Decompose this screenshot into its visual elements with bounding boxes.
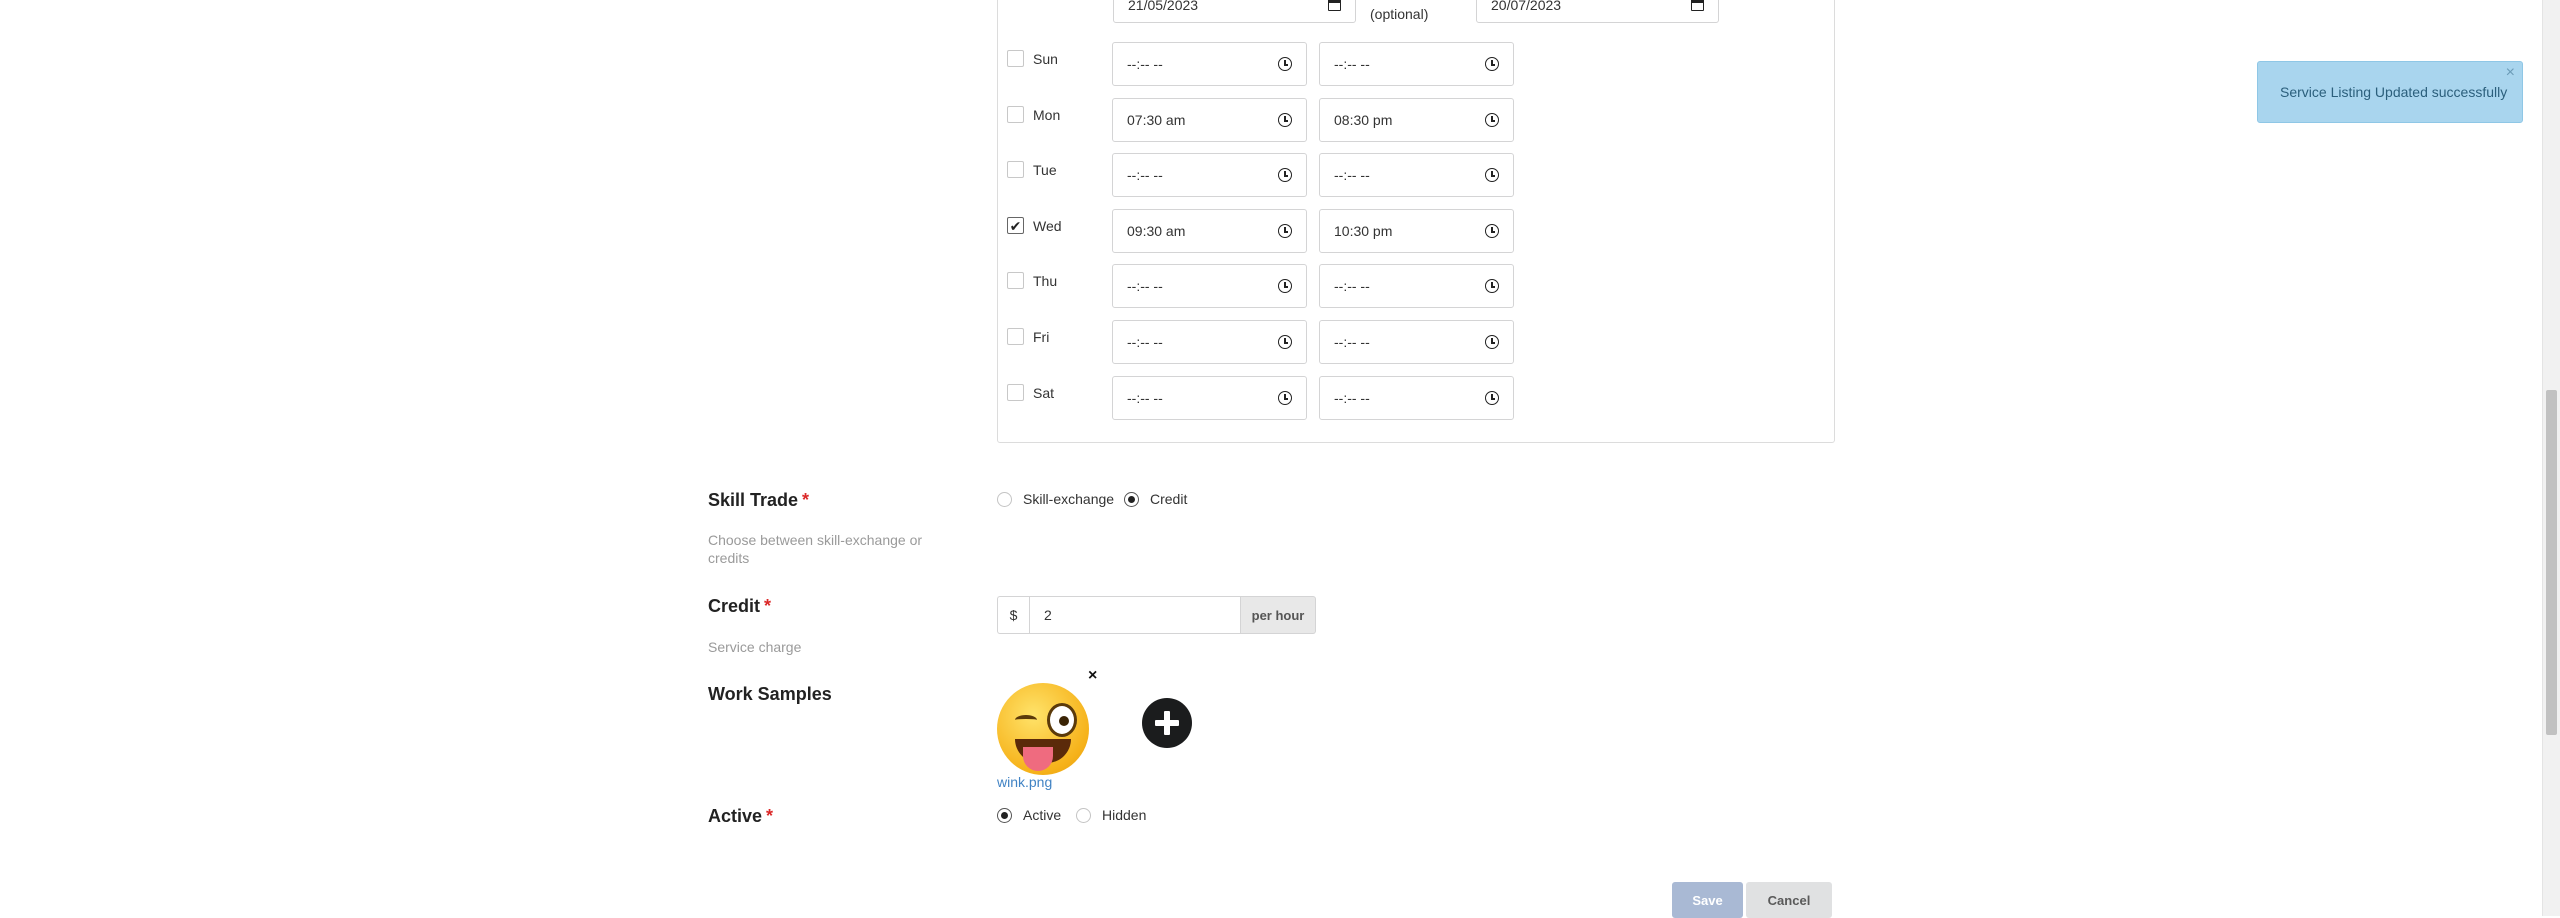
day-checkbox-thu[interactable]	[1007, 272, 1024, 289]
required-marker: *	[764, 596, 772, 616]
credit-input-group: $ 2 per hour	[997, 596, 1316, 634]
to-time-input[interactable]: --:-- --	[1319, 320, 1514, 364]
remove-sample-icon[interactable]: ×	[1088, 667, 1097, 685]
to-time-input[interactable]: 08:30 pm	[1319, 98, 1514, 142]
calendar-icon[interactable]	[1691, 0, 1704, 11]
work-samples-label: Work Samples	[708, 684, 832, 704]
from-time-input[interactable]: --:-- --	[1112, 320, 1307, 364]
clock-icon[interactable]	[1485, 168, 1499, 182]
required-marker: *	[766, 806, 774, 826]
day-row-wed: ✔ Wed 09:30 am 10:30 pm	[1006, 209, 1526, 253]
to-time-input[interactable]: 10:30 pm	[1319, 209, 1514, 253]
credit-radio[interactable]	[1124, 492, 1139, 507]
from-time-input[interactable]: --:-- --	[1112, 376, 1307, 420]
clock-icon[interactable]	[1278, 335, 1292, 349]
credit-option-label[interactable]: Credit	[1150, 491, 1187, 507]
day-row-tue: Tue --:-- -- --:-- --	[1006, 153, 1526, 197]
credit-label: Credit *	[708, 596, 772, 616]
clock-icon[interactable]	[1278, 168, 1292, 182]
day-label: Thu	[1033, 273, 1058, 289]
toast-message: Service Listing Updated successfully	[2280, 84, 2508, 100]
clock-icon[interactable]	[1278, 224, 1292, 238]
to-time-input[interactable]: --:-- --	[1319, 264, 1514, 308]
calendar-icon[interactable]	[1328, 0, 1341, 11]
hidden-radio[interactable]	[1076, 808, 1091, 823]
skill-exchange-label[interactable]: Skill-exchange	[1023, 491, 1114, 507]
cancel-button[interactable]: Cancel	[1746, 882, 1832, 918]
start-date-value: 21/05/2023	[1128, 0, 1199, 13]
scrollbar-thumb[interactable]	[2546, 390, 2557, 735]
from-time-input[interactable]: --:-- --	[1112, 264, 1307, 308]
clock-icon[interactable]	[1278, 57, 1292, 71]
clock-icon[interactable]	[1278, 113, 1292, 127]
day-checkbox-fri[interactable]	[1007, 328, 1024, 345]
active-label: Active *	[708, 806, 774, 826]
clock-icon[interactable]	[1485, 279, 1499, 293]
close-icon[interactable]: ×	[2506, 64, 2515, 82]
day-checkbox-sun[interactable]	[1007, 50, 1024, 67]
day-label: Fri	[1033, 329, 1050, 345]
page-scrollbar[interactable]	[2542, 0, 2560, 916]
day-row-thu: Thu --:-- -- --:-- --	[1006, 264, 1526, 308]
add-sample-button[interactable]	[1142, 698, 1192, 748]
start-date-input[interactable]: 21/05/2023	[1113, 0, 1356, 23]
clock-icon[interactable]	[1485, 391, 1499, 405]
clock-icon[interactable]	[1485, 113, 1499, 127]
skill-trade-label: Skill Trade *	[708, 490, 810, 510]
active-option-label[interactable]: Active	[1023, 807, 1061, 823]
required-marker: *	[802, 490, 810, 510]
success-toast: Service Listing Updated successfully ×	[2257, 61, 2523, 123]
day-row-sat: Sat --:-- -- --:-- --	[1006, 376, 1526, 420]
from-time-input[interactable]: 07:30 am	[1112, 98, 1307, 142]
clock-icon[interactable]	[1485, 57, 1499, 71]
from-time-input[interactable]: 09:30 am	[1112, 209, 1307, 253]
day-label: Tue	[1033, 162, 1057, 178]
from-time-input[interactable]: --:-- --	[1112, 42, 1307, 86]
hidden-option-label[interactable]: Hidden	[1102, 807, 1146, 823]
day-label: Wed	[1033, 218, 1062, 234]
credit-amount-input[interactable]: 2	[1029, 596, 1241, 634]
day-label: Sun	[1033, 51, 1058, 67]
active-radio[interactable]	[997, 808, 1012, 823]
day-checkbox-wed[interactable]: ✔	[1007, 217, 1024, 234]
checkmark-icon: ✔	[1009, 217, 1022, 234]
day-label: Sat	[1033, 385, 1055, 401]
day-row-mon: Mon 07:30 am 08:30 pm	[1006, 98, 1526, 142]
day-checkbox-mon[interactable]	[1007, 106, 1024, 123]
day-checkbox-sat[interactable]	[1007, 384, 1024, 401]
save-button[interactable]: Save	[1672, 882, 1743, 918]
skill-exchange-radio[interactable]	[997, 492, 1012, 507]
to-time-input[interactable]: --:-- --	[1319, 376, 1514, 420]
day-checkbox-tue[interactable]	[1007, 161, 1024, 178]
to-time-input[interactable]: --:-- --	[1319, 42, 1514, 86]
credit-help: Service charge	[708, 639, 802, 655]
clock-icon[interactable]	[1278, 279, 1292, 293]
from-time-input[interactable]: --:-- --	[1112, 153, 1307, 197]
day-row-sun: Sun --:-- -- --:-- --	[1006, 42, 1526, 86]
end-date-optional-label: (optional)	[1370, 6, 1429, 22]
clock-icon[interactable]	[1485, 224, 1499, 238]
day-label: Mon	[1033, 107, 1061, 123]
per-hour-suffix: per hour	[1241, 596, 1316, 634]
sample-file-link[interactable]: wink.png	[997, 774, 1052, 790]
edit-service-listing-page: 21/05/2023 (optional) 20/07/2023 Sun --:…	[0, 0, 2560, 918]
to-time-input[interactable]: --:-- --	[1319, 153, 1514, 197]
currency-prefix: $	[997, 596, 1029, 634]
clock-icon[interactable]	[1485, 335, 1499, 349]
work-sample-thumbnail	[997, 683, 1089, 775]
end-date-input[interactable]: 20/07/2023	[1476, 0, 1719, 23]
clock-icon[interactable]	[1278, 391, 1292, 405]
day-row-fri: Fri --:-- -- --:-- --	[1006, 320, 1526, 364]
skill-trade-help: Choose between skill-exchange or credits	[708, 532, 923, 566]
end-date-value: 20/07/2023	[1491, 0, 1562, 13]
